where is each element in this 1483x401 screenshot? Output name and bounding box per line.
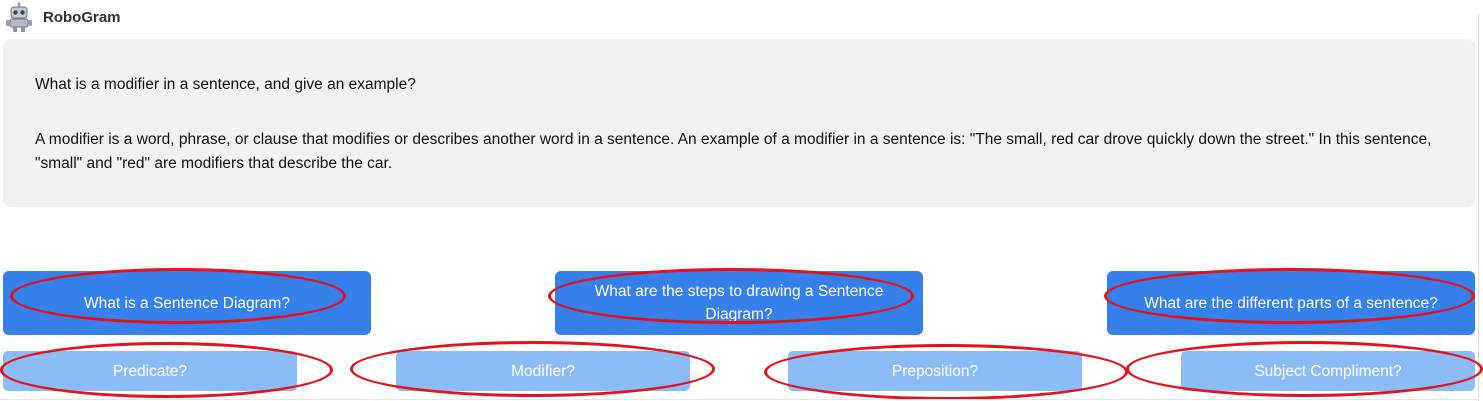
panel-divider: [1478, 14, 1479, 401]
topic-modifier-button[interactable]: Modifier?: [396, 351, 690, 391]
suggestion-diagram-steps-button[interactable]: What are the steps to drawing a Sentence…: [555, 271, 923, 335]
robot-icon: [4, 2, 34, 32]
suggestion-sentence-parts-button[interactable]: What are the different parts of a senten…: [1107, 271, 1475, 335]
chat-message-card: What is a modifier in a sentence, and gi…: [3, 39, 1475, 207]
chat-header: RoboGram: [4, 0, 121, 34]
bottom-divider: [0, 399, 1478, 400]
topic-subject-compliment-button[interactable]: Subject Compliment?: [1181, 351, 1475, 391]
app-name: RoboGram: [43, 8, 121, 26]
topic-predicate-button[interactable]: Predicate?: [3, 351, 297, 391]
assistant-answer: A modifier is a word, phrase, or clause …: [35, 131, 1432, 172]
user-question: What is a modifier in a sentence, and gi…: [35, 76, 416, 93]
chat-page: RoboGram What is a modifier in a sentenc…: [0, 0, 1483, 401]
topic-preposition-button[interactable]: Preposition?: [788, 351, 1082, 391]
suggestion-sentence-diagram-button[interactable]: What is a Sentence Diagram?: [3, 271, 371, 335]
